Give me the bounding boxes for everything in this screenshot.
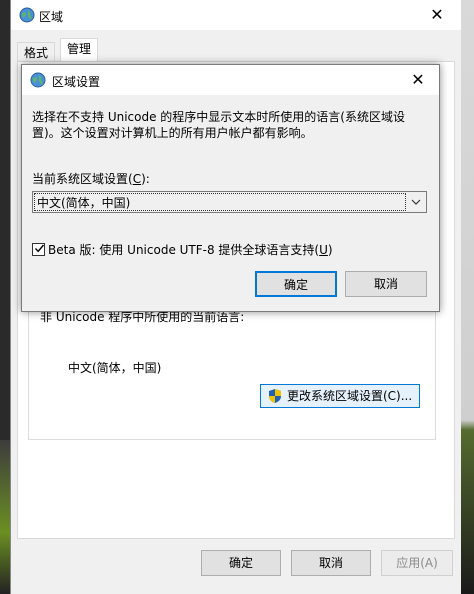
dialog-titlebar: 区域设置 ✕ [22, 65, 439, 95]
current-locale-label-text: 当前系统区域设置( [32, 172, 133, 186]
system-locale-select[interactable]: 中文(简体，中国) [32, 191, 427, 213]
beta-utf8-label-text: Beta 版: 使用 Unicode UTF-8 提供全球语言支持( [48, 243, 320, 257]
globe-icon [30, 72, 46, 88]
current-locale-accel: C [132, 172, 142, 186]
dialog-cancel-button[interactable]: 取消 [345, 271, 427, 297]
chevron-down-icon [411, 199, 421, 205]
dialog-description: 选择在不支持 Unicode 的程序中显示文本时所使用的语言(系统区域设置)。这… [32, 110, 405, 140]
beta-utf8-checkbox[interactable] [32, 243, 45, 256]
close-icon: ✕ [411, 70, 425, 89]
dialog-ok-button[interactable]: 确定 [255, 271, 337, 297]
apply-button[interactable]: 应用(A) [381, 550, 453, 576]
tab-format[interactable]: 格式 [17, 42, 56, 63]
current-language-value: 中文(简体，中国) [68, 361, 162, 375]
change-system-locale-button[interactable]: 更改系统区域设置(C)... [260, 384, 420, 408]
change-system-locale-label: 更改系统区域设置(C)... [287, 389, 413, 403]
current-locale-label: 当前系统区域设置(C): [32, 170, 150, 187]
checkmark-icon [34, 244, 45, 253]
tab-administrative[interactable]: 管理 [60, 38, 99, 63]
uac-shield-icon [269, 389, 281, 403]
beta-utf8-accel: U [319, 243, 328, 257]
close-icon: ✕ [430, 5, 444, 24]
beta-utf8-label[interactable]: Beta 版: 使用 Unicode UTF-8 提供全球语言支持(U) [48, 241, 333, 258]
region-title: 区域 [39, 10, 64, 24]
desktop-background-left [0, 440, 10, 594]
cancel-button[interactable]: 取消 [291, 550, 371, 576]
globe-icon [19, 7, 35, 23]
current-locale-suffix: ): [141, 172, 150, 186]
dialog-close-button[interactable]: ✕ [403, 65, 433, 95]
region-titlebar: 区域 ✕ [11, 0, 461, 30]
beta-utf8-suffix: ) [327, 243, 333, 257]
system-locale-value: 中文(简体，中国) [34, 193, 406, 211]
ok-button[interactable]: 确定 [201, 550, 281, 576]
close-button[interactable]: ✕ [417, 0, 457, 30]
region-settings-dialog: 区域设置 ✕ 选择在不支持 Unicode 的程序中显示文本时所使用的语言(系统… [21, 64, 440, 312]
dialog-title: 区域设置 [52, 75, 101, 89]
